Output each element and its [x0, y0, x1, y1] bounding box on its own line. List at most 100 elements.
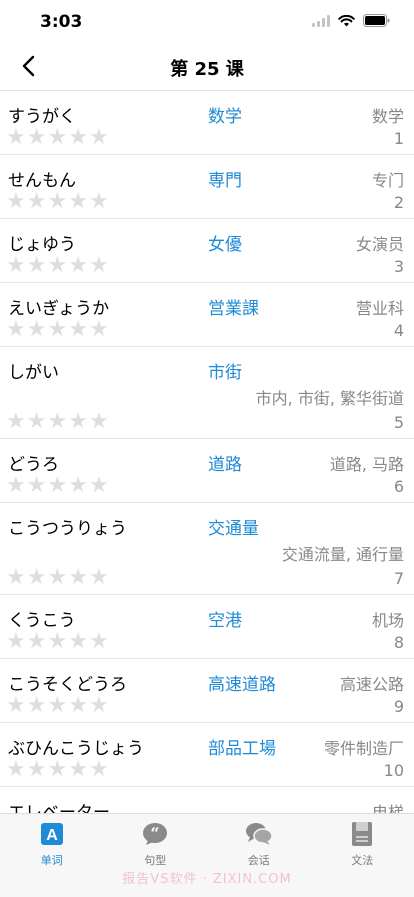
word-row[interactable]: こうそくどうろ高速道路高速公路9★★★★★ [0, 659, 414, 723]
star-rating[interactable]: ★★★★★ [6, 475, 109, 497]
star-icon[interactable]: ★ [27, 631, 47, 653]
word-row[interactable]: どうろ道路道路, 马路6★★★★★ [0, 439, 414, 503]
star-icon[interactable]: ★ [27, 759, 47, 781]
star-icon[interactable]: ★ [6, 567, 26, 589]
word-kanji: 部品工場 [208, 734, 276, 759]
word-index: 6 [394, 477, 404, 496]
star-icon[interactable]: ★ [47, 127, 67, 149]
star-icon[interactable]: ★ [47, 567, 67, 589]
star-icon[interactable]: ★ [27, 191, 47, 213]
star-icon[interactable]: ★ [6, 475, 26, 497]
star-icon[interactable]: ★ [27, 475, 47, 497]
star-icon[interactable]: ★ [47, 319, 67, 341]
star-rating[interactable]: ★★★★★ [6, 319, 109, 341]
word-kana: しがい [8, 358, 59, 383]
word-kanji: 数学 [208, 102, 242, 127]
word-meaning: 数学 [372, 103, 404, 127]
star-icon[interactable]: ★ [27, 695, 47, 717]
star-rating[interactable]: ★★★★★ [6, 567, 109, 589]
battery-icon [363, 14, 390, 27]
star-icon[interactable]: ★ [27, 255, 47, 277]
star-icon[interactable]: ★ [47, 191, 67, 213]
star-icon[interactable]: ★ [89, 567, 109, 589]
star-icon[interactable]: ★ [47, 759, 67, 781]
word-kana: ぶひんこうじょう [8, 734, 144, 759]
tab-label: 单词 [41, 852, 63, 868]
star-icon[interactable]: ★ [47, 695, 67, 717]
word-row[interactable]: こうつうりょう交通量交通流量, 通行量7★★★★★ [0, 503, 414, 595]
status-icons [312, 14, 390, 27]
star-icon[interactable]: ★ [68, 567, 88, 589]
word-meaning: 电梯 [372, 799, 404, 813]
star-icon[interactable]: ★ [68, 475, 88, 497]
word-meaning: 市内, 市街, 繁华街道 [256, 385, 404, 409]
star-icon[interactable]: ★ [6, 127, 26, 149]
word-row[interactable]: じょゆう女優女演员3★★★★★ [0, 219, 414, 283]
star-rating[interactable]: ★★★★★ [6, 759, 109, 781]
star-icon[interactable]: ★ [89, 475, 109, 497]
star-icon[interactable]: ★ [68, 319, 88, 341]
word-index: 2 [394, 193, 404, 212]
star-icon[interactable]: ★ [47, 411, 67, 433]
star-icon[interactable]: ★ [6, 319, 26, 341]
star-icon[interactable]: ★ [47, 475, 67, 497]
navigation-bar: 第 25 课 [0, 44, 414, 91]
star-icon[interactable]: ★ [68, 255, 88, 277]
star-icon[interactable]: ★ [89, 255, 109, 277]
star-icon[interactable]: ★ [89, 759, 109, 781]
page-title: 第 25 课 [0, 55, 414, 81]
star-icon[interactable]: ★ [68, 191, 88, 213]
svg-text:“: “ [151, 824, 160, 843]
word-row[interactable]: しがい市街市内, 市街, 繁华街道5★★★★★ [0, 347, 414, 439]
star-icon[interactable]: ★ [89, 631, 109, 653]
star-icon[interactable]: ★ [47, 631, 67, 653]
star-icon[interactable]: ★ [6, 411, 26, 433]
star-icon[interactable]: ★ [27, 127, 47, 149]
word-kanji: 市街 [208, 358, 242, 383]
star-icon[interactable]: ★ [68, 127, 88, 149]
letter-a-icon: A [37, 820, 67, 848]
word-row[interactable]: エレベーター电梯★★★★★ [0, 787, 414, 813]
star-icon[interactable]: ★ [68, 411, 88, 433]
word-meaning: 高速公路 [340, 671, 404, 695]
wifi-icon [338, 15, 355, 27]
star-icon[interactable]: ★ [89, 127, 109, 149]
star-icon[interactable]: ★ [6, 191, 26, 213]
star-rating[interactable]: ★★★★★ [6, 695, 109, 717]
star-rating[interactable]: ★★★★★ [6, 631, 109, 653]
document-icon [347, 820, 377, 848]
star-rating[interactable]: ★★★★★ [6, 127, 109, 149]
star-icon[interactable]: ★ [27, 319, 47, 341]
star-rating[interactable]: ★★★★★ [6, 411, 109, 433]
word-list[interactable]: すうがく数学数学1★★★★★せんもん専門专门2★★★★★じょゆう女優女演员3★★… [0, 91, 414, 813]
word-kana: こうそくどうろ [8, 670, 127, 695]
star-icon[interactable]: ★ [89, 411, 109, 433]
cellular-signal-icon [312, 15, 330, 27]
word-row[interactable]: ぶひんこうじょう部品工場零件制造厂10★★★★★ [0, 723, 414, 787]
star-icon[interactable]: ★ [6, 759, 26, 781]
word-kana: くうこう [8, 606, 76, 631]
word-index: 3 [394, 257, 404, 276]
star-icon[interactable]: ★ [6, 255, 26, 277]
star-icon[interactable]: ★ [27, 567, 47, 589]
star-rating[interactable]: ★★★★★ [6, 191, 109, 213]
star-icon[interactable]: ★ [6, 631, 26, 653]
star-icon[interactable]: ★ [68, 695, 88, 717]
word-row[interactable]: すうがく数学数学1★★★★★ [0, 91, 414, 155]
star-rating[interactable]: ★★★★★ [6, 255, 109, 277]
status-bar: 3:03 [0, 0, 414, 44]
star-icon[interactable]: ★ [89, 695, 109, 717]
star-icon[interactable]: ★ [89, 319, 109, 341]
word-row[interactable]: くうこう空港机场8★★★★★ [0, 595, 414, 659]
word-kanji: 交通量 [208, 514, 259, 539]
word-kanji: 高速道路 [208, 670, 276, 695]
star-icon[interactable]: ★ [6, 695, 26, 717]
star-icon[interactable]: ★ [47, 255, 67, 277]
word-row[interactable]: えいぎょうか営業課营业科4★★★★★ [0, 283, 414, 347]
star-icon[interactable]: ★ [27, 411, 47, 433]
star-icon[interactable]: ★ [68, 759, 88, 781]
word-kana: こうつうりょう [8, 514, 127, 539]
word-row[interactable]: せんもん専門专门2★★★★★ [0, 155, 414, 219]
star-icon[interactable]: ★ [89, 191, 109, 213]
star-icon[interactable]: ★ [68, 631, 88, 653]
